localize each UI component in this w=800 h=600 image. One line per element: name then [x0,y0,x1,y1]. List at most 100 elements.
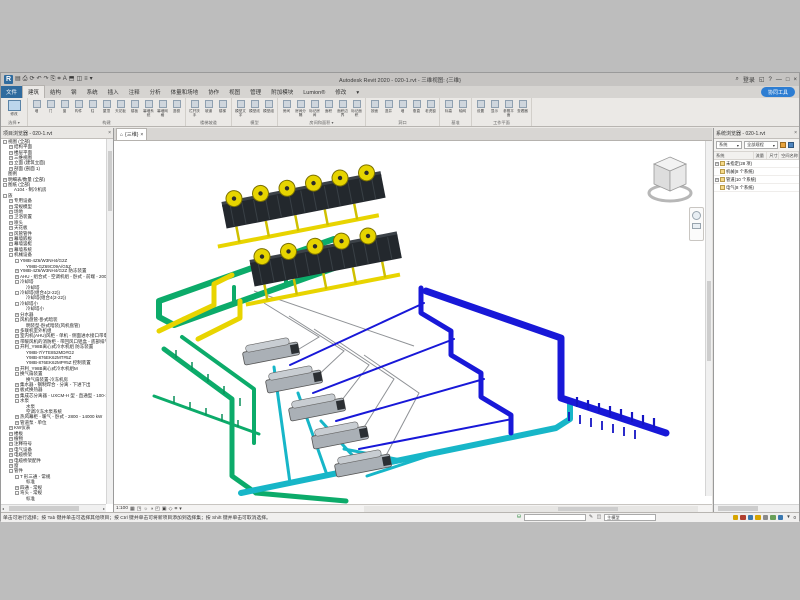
collapse-icon[interactable]: - [15,302,19,306]
ribbon-group-label[interactable]: 楼梯坡道 [188,119,229,126]
ribbon-button-参照平面[interactable]: 参照平面 [502,99,515,117]
worksets-icon[interactable]: ⛁ [516,514,522,520]
close-icon[interactable]: × [794,130,797,136]
ribbon-button-查看器[interactable]: 查看器 [516,99,529,113]
ribbon-group-label[interactable]: 选择 ▾ [3,119,25,126]
ribbon-button-设置[interactable]: 设置 [474,99,487,113]
ribbon-button-模型文字[interactable]: 模型文字 [234,99,247,117]
expand-icon[interactable]: + [15,383,19,387]
system-row[interactable]: 机械(8 个系统) [714,168,799,176]
expand-icon[interactable]: + [9,448,13,452]
expand-icon[interactable]: + [15,340,19,344]
expand-icon[interactable]: + [15,486,19,490]
ribbon-button-房间分隔[interactable]: 房间分隔 [294,99,307,117]
viewcube[interactable] [646,151,694,207]
collapse-icon[interactable]: - [3,194,7,198]
ribbon-button-楼板[interactable]: 楼板 [128,99,141,113]
ribbon-button-屋顶[interactable]: 屋顶 [100,99,113,113]
ribbon-button-垂直[interactable]: 垂直 [410,99,423,113]
help-icon[interactable]: ? [769,77,772,83]
ribbon-button-竖井[interactable]: 竖井 [382,99,395,113]
workset-select[interactable] [524,514,586,521]
ribbon-button-房间[interactable]: 房间 [280,99,293,113]
expand-icon[interactable]: + [9,205,13,209]
tab-结构[interactable]: 结构 [45,86,66,98]
ribbon-button-按面[interactable]: 按面 [368,99,381,113]
expand-icon[interactable]: + [15,269,19,273]
steering-wheel-icon[interactable] [692,211,701,220]
status-icon-3[interactable] [755,515,761,521]
expand-icon[interactable]: + [15,334,19,338]
collapse-icon[interactable]: - [15,372,19,376]
expand-icon[interactable]: + [9,459,13,463]
column-header-空间名称[interactable]: 空间名称 [779,152,799,159]
tab-附加模块[interactable]: 附加模块 [266,86,298,98]
ribbon-button-栏杆扶手[interactable]: 栏杆扶手 [188,99,201,117]
expand-icon[interactable]: + [9,237,13,241]
drawing-canvas[interactable] [114,140,712,504]
ribbon-group-label[interactable]: 房间和面积 ▾ [280,119,363,126]
tab-管理[interactable]: 管理 [245,86,266,98]
zoom-tool-icon[interactable] [692,223,701,229]
ribbon-button-天花板[interactable]: 天花板 [114,99,127,113]
tab-建筑[interactable]: 建筑 [22,85,45,98]
collapse-icon[interactable]: - [9,253,13,257]
collapse-icon[interactable]: - [15,280,19,284]
expand-icon[interactable]: + [15,367,19,371]
collapse-icon[interactable]: - [3,140,7,144]
ribbon-button-面积边界[interactable]: 面积边界 [336,99,349,117]
collapse-icon[interactable]: - [15,399,19,403]
collapse-icon[interactable]: - [15,318,19,322]
expand-icon[interactable]: + [15,329,19,333]
ribbon-button-标记房间[interactable]: 标记房间 [308,99,321,117]
expand-icon[interactable]: + [9,232,13,236]
ribbon-button-墙[interactable]: 墙 [30,99,43,113]
status-icon-6[interactable] [778,515,784,521]
tree-item[interactable]: -开利_Y98B离心式冷水机组 防冻装置 [1,344,106,349]
expand-icon[interactable]: + [9,226,13,230]
expand-icon[interactable]: + [3,178,7,182]
ribbon-button-轴网[interactable]: 轴网 [456,99,469,113]
ribbon-group-label[interactable]: 基准 [442,119,469,126]
status-icon-4[interactable] [763,515,769,521]
tab-系统[interactable]: 系统 [82,86,103,98]
ribbon-button-修改[interactable]: 修改 [3,99,25,116]
autofit-icon[interactable] [780,142,786,148]
columns-icon[interactable] [788,142,794,148]
collapse-icon[interactable]: - [3,183,7,187]
ribbon-button-构件[interactable]: 构件 [72,99,85,113]
collapse-icon[interactable]: - [15,475,19,479]
expand-icon[interactable]: + [9,432,13,436]
tab-插入[interactable]: 插入 [103,86,124,98]
design-options-icon[interactable]: ◫ [596,514,602,520]
expand-icon[interactable]: + [9,221,13,225]
ribbon-button-柱[interactable]: 柱 [86,99,99,113]
ribbon-button-显示[interactable]: 显示 [488,99,501,113]
restore-icon[interactable]: □ [786,77,790,83]
cart-icon[interactable]: ◱ [759,76,765,83]
status-icon-2[interactable] [748,515,754,521]
filter-icon[interactable]: ▼ [785,514,791,520]
column-header-尺寸[interactable]: 尺寸 [767,152,779,159]
close-icon[interactable]: × [108,130,111,136]
expand-icon[interactable]: + [9,248,13,252]
tab-修改[interactable]: 修改 [330,86,351,98]
ribbon-button-墙[interactable]: 墙 [396,99,409,113]
view-select[interactable]: 系统▾ [716,141,742,149]
sign-in-label[interactable]: 登录 [743,75,755,84]
tree-item[interactable]: +集成芯分离器 - UXCM-H 型 - 直通型 - 100-175-CN [1,393,106,398]
ribbon-button-窗[interactable]: 窗 [58,99,71,113]
minimize-icon[interactable]: — [776,77,782,83]
tab-分析[interactable]: 分析 [145,86,166,98]
grid-header[interactable]: 系统流量尺寸空间名称 [714,152,799,160]
expand-icon[interactable]: + [9,161,13,165]
column-header-流量[interactable]: 流量 [754,152,768,159]
ribbon-button-模型组[interactable]: 模型组 [262,99,275,113]
expand-icon[interactable]: + [9,156,13,160]
project-browser-header[interactable]: 项目浏览器 - 020-1.rvt × [1,128,113,139]
ribbon-group-label[interactable]: 工作平面 [474,119,529,126]
editing-requests-icon[interactable]: ✎ [588,514,594,520]
project-browser-vscrollbar[interactable] [106,139,113,504]
ribbon-button-楼梯[interactable]: 楼梯 [216,99,229,113]
tree-item[interactable]: +集水器 - 钢制焊合 - 分离 - 下进下出 [1,382,106,387]
